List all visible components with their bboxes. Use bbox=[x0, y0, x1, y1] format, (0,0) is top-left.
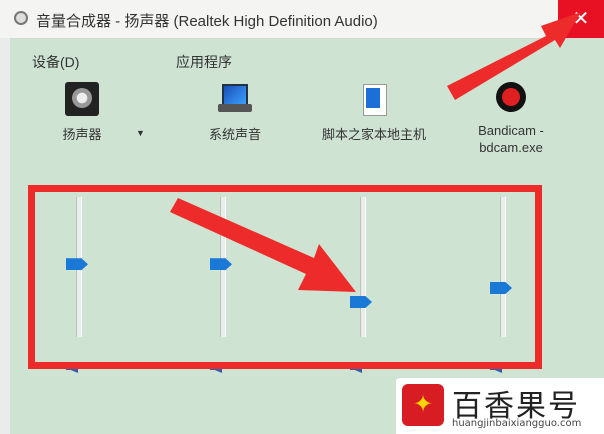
brand-logo-icon: ✦ bbox=[402, 384, 444, 426]
watermark: ✦ 百香果号 huangjinbaixiangguo.com bbox=[396, 378, 604, 434]
watermark-url: huangjinbaixiangguo.com bbox=[452, 418, 582, 429]
arrow-to-close-icon bbox=[447, 12, 581, 100]
arrow-to-slider-icon bbox=[170, 198, 356, 292]
annotation-arrows bbox=[170, 12, 581, 292]
